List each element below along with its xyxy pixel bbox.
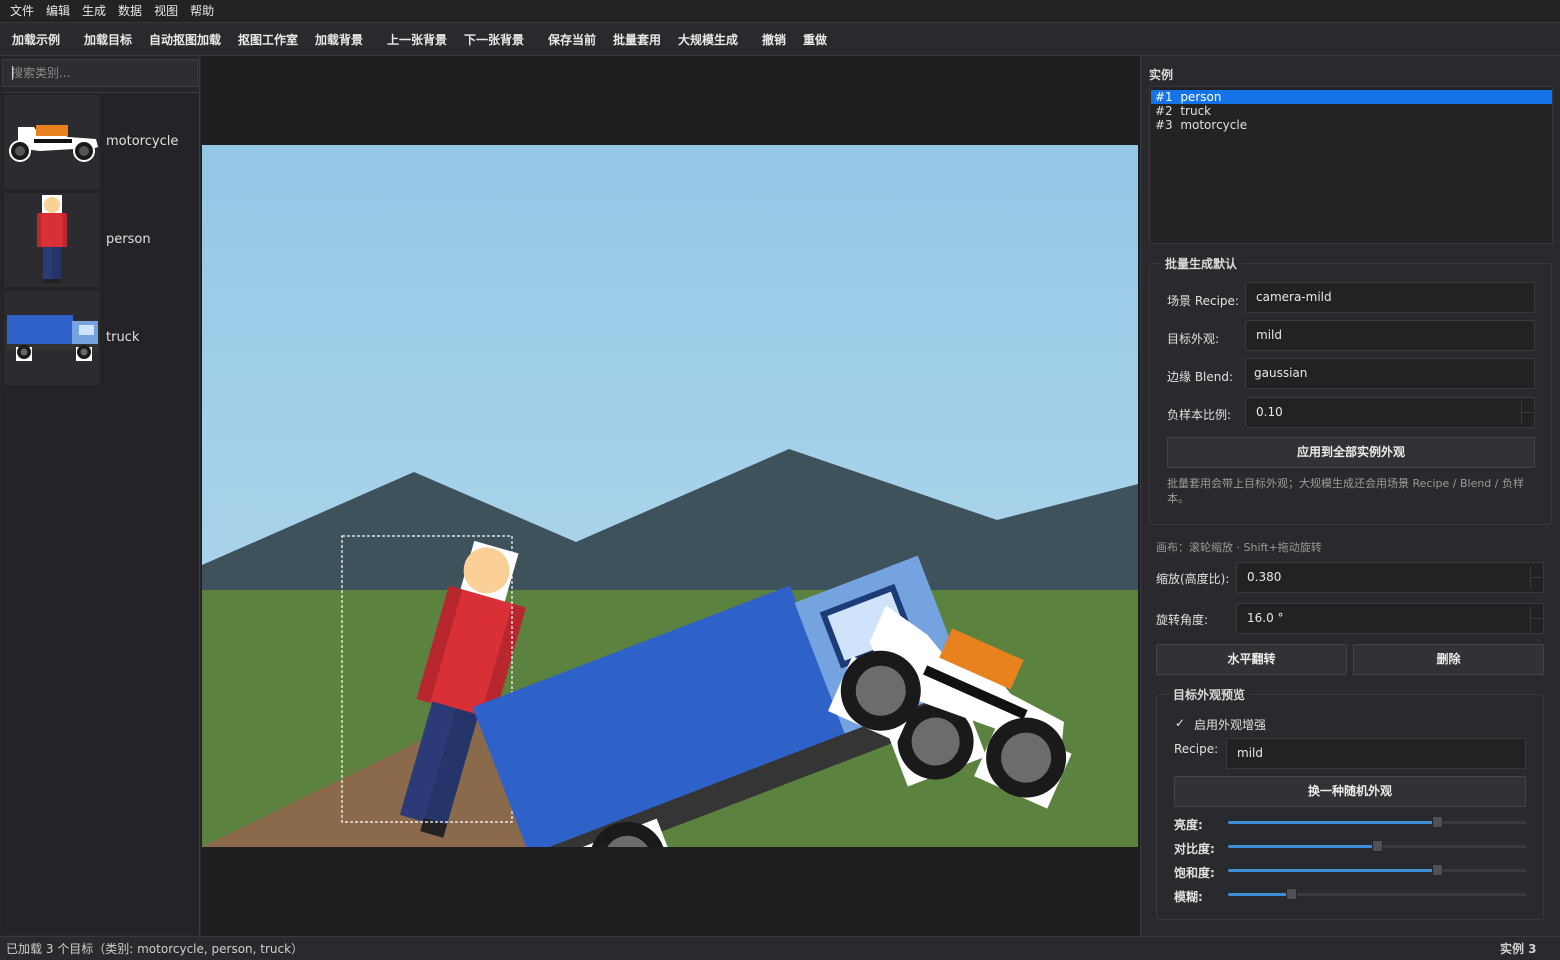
category-item-person[interactable]: person (2, 191, 198, 289)
target-look-field[interactable]: mild (1245, 320, 1535, 351)
random-look-button[interactable]: 换一种随机外观 (1174, 776, 1526, 807)
category-label: motorcycle (106, 134, 179, 149)
enable-appearance-label[interactable]: 启用外观增强 (1194, 716, 1266, 733)
scene-recipe-label: 场景 Recipe: (1167, 294, 1239, 308)
edge-blend-label: 边缘 Blend: (1167, 370, 1234, 384)
category-item-truck[interactable]: truck (2, 289, 198, 387)
brightness-slider[interactable] (1228, 816, 1526, 828)
rotation-spinbox[interactable]: 16.0 ° (1236, 603, 1544, 634)
batch-defaults-title: 批量生成默认 (1161, 250, 1242, 278)
category-label: truck (106, 330, 140, 345)
spin-arrows-icon[interactable] (1530, 566, 1542, 589)
spin-arrows-icon[interactable] (1530, 607, 1542, 630)
auto-matting-load-button[interactable]: 自动抠图加载 (149, 24, 221, 56)
target-look-label: 目标外观: (1167, 332, 1220, 346)
matting-studio-button[interactable]: 抠图工作室 (238, 24, 298, 56)
batch-note: 批量套用会带上目标外观；大规模生成还会用场景 Recipe / Blend / … (1167, 477, 1524, 505)
category-search-input[interactable]: 搜索类别... (2, 59, 198, 87)
toolbar: 加载示例 加载目标 自动抠图加载 抠图工作室 加载背景 上一张背景 下一张背景 … (0, 24, 1560, 56)
menu-view[interactable]: 视图 (148, 0, 184, 23)
neg-ratio-spinbox[interactable]: 0.10 (1245, 397, 1535, 428)
category-item-motorcycle[interactable]: motorcycle (2, 93, 198, 191)
menu-generate[interactable]: 生成 (76, 0, 112, 23)
instance-item[interactable]: #2 truck (1151, 104, 1552, 118)
load-background-button[interactable]: 加载背景 (315, 24, 363, 56)
neg-ratio-value: 0.10 (1256, 405, 1283, 419)
person-thumbnail-icon (4, 193, 100, 287)
appearance-preview-title: 目标外观预览 (1169, 681, 1250, 709)
load-example-button[interactable]: 加载示例 (12, 24, 60, 56)
slider-handle[interactable] (1432, 816, 1443, 828)
saturation-label: 饱和度: (1174, 866, 1215, 880)
appearance-preview-group: 目标外观预览 ✓ 启用外观增强 Recipe: mild 换一种随机外观 亮度:… (1156, 681, 1544, 920)
menu-file[interactable]: 文件 (4, 0, 40, 23)
undo-button[interactable]: 撤销 (762, 24, 786, 56)
category-label: person (106, 232, 151, 247)
instance-item[interactable]: #3 motorcycle (1151, 118, 1552, 132)
contrast-slider[interactable] (1228, 840, 1526, 852)
menu-help[interactable]: 帮助 (184, 0, 220, 23)
instances-title: 实例 (1149, 68, 1174, 82)
menu-bar: 文件 编辑 生成 数据 视图 帮助 (0, 0, 1560, 23)
properties-panel: 实例 #1 person #2 truck #3 motorcycle 批量生成… (1140, 56, 1560, 936)
slider-handle[interactable] (1432, 864, 1443, 876)
neg-ratio-label: 负样本比例: (1167, 408, 1232, 422)
contrast-label: 对比度: (1174, 842, 1215, 856)
scene-recipe-field[interactable]: camera-mild (1245, 282, 1535, 313)
blur-slider[interactable] (1228, 888, 1526, 900)
slider-handle[interactable] (1372, 840, 1383, 852)
large-scale-generate-button[interactable]: 大规模生成 (678, 24, 738, 56)
next-background-button[interactable]: 下一张背景 (464, 24, 524, 56)
canvas-hint: 画布：滚轮缩放 · Shift+拖动旋转 (1156, 541, 1322, 554)
scale-value: 0.380 (1247, 570, 1282, 584)
prev-background-button[interactable]: 上一张背景 (387, 24, 447, 56)
save-current-button[interactable]: 保存当前 (548, 24, 596, 56)
spin-arrows-icon[interactable] (1521, 401, 1533, 424)
batch-apply-button[interactable]: 批量套用 (613, 24, 661, 56)
batch-defaults-group: 批量生成默认 场景 Recipe: camera-mild 目标外观: mild… (1149, 250, 1552, 525)
truck-thumbnail-icon (4, 291, 100, 385)
instance-count: 实例 3 (1500, 942, 1537, 956)
scale-spinbox[interactable]: 0.380 (1236, 562, 1544, 593)
motorcycle-thumbnail-icon (4, 95, 100, 189)
flip-horizontal-button[interactable]: 水平翻转 (1156, 644, 1347, 675)
scale-label: 缩放(高度比): (1156, 572, 1230, 586)
status-message: 已加载 3 个目标（类别: motorcycle, person, truck） (6, 942, 304, 956)
redo-button[interactable]: 重做 (803, 24, 827, 56)
status-bar: 已加载 3 个目标（类别: motorcycle, person, truck）… (0, 936, 1560, 960)
brightness-label: 亮度: (1174, 818, 1203, 832)
slider-handle[interactable] (1286, 888, 1297, 900)
saturation-slider[interactable] (1228, 864, 1526, 876)
delete-button[interactable]: 删除 (1353, 644, 1544, 675)
category-list: motorcycle person truck (2, 92, 198, 932)
menu-data[interactable]: 数据 (112, 0, 148, 23)
category-panel: 搜索类别... motorcycle person truck (0, 56, 200, 936)
rotation-value: 16.0 ° (1247, 611, 1284, 625)
preview-recipe-field[interactable]: mild (1226, 738, 1526, 769)
menu-edit[interactable]: 编辑 (40, 0, 76, 23)
load-target-button[interactable]: 加载目标 (84, 24, 132, 56)
edge-blend-field[interactable]: gaussian (1245, 358, 1535, 389)
preview-recipe-label: Recipe: (1174, 742, 1219, 756)
scene-image[interactable] (202, 145, 1138, 847)
instance-list[interactable]: #1 person #2 truck #3 motorcycle (1149, 86, 1553, 244)
checkmark-icon[interactable]: ✓ (1175, 716, 1185, 730)
instance-item[interactable]: #1 person (1151, 90, 1552, 104)
rotation-label: 旋转角度: (1156, 613, 1209, 627)
blur-label: 模糊: (1174, 890, 1203, 904)
apply-to-all-button[interactable]: 应用到全部实例外观 (1167, 437, 1535, 468)
composition-canvas[interactable] (201, 56, 1140, 936)
